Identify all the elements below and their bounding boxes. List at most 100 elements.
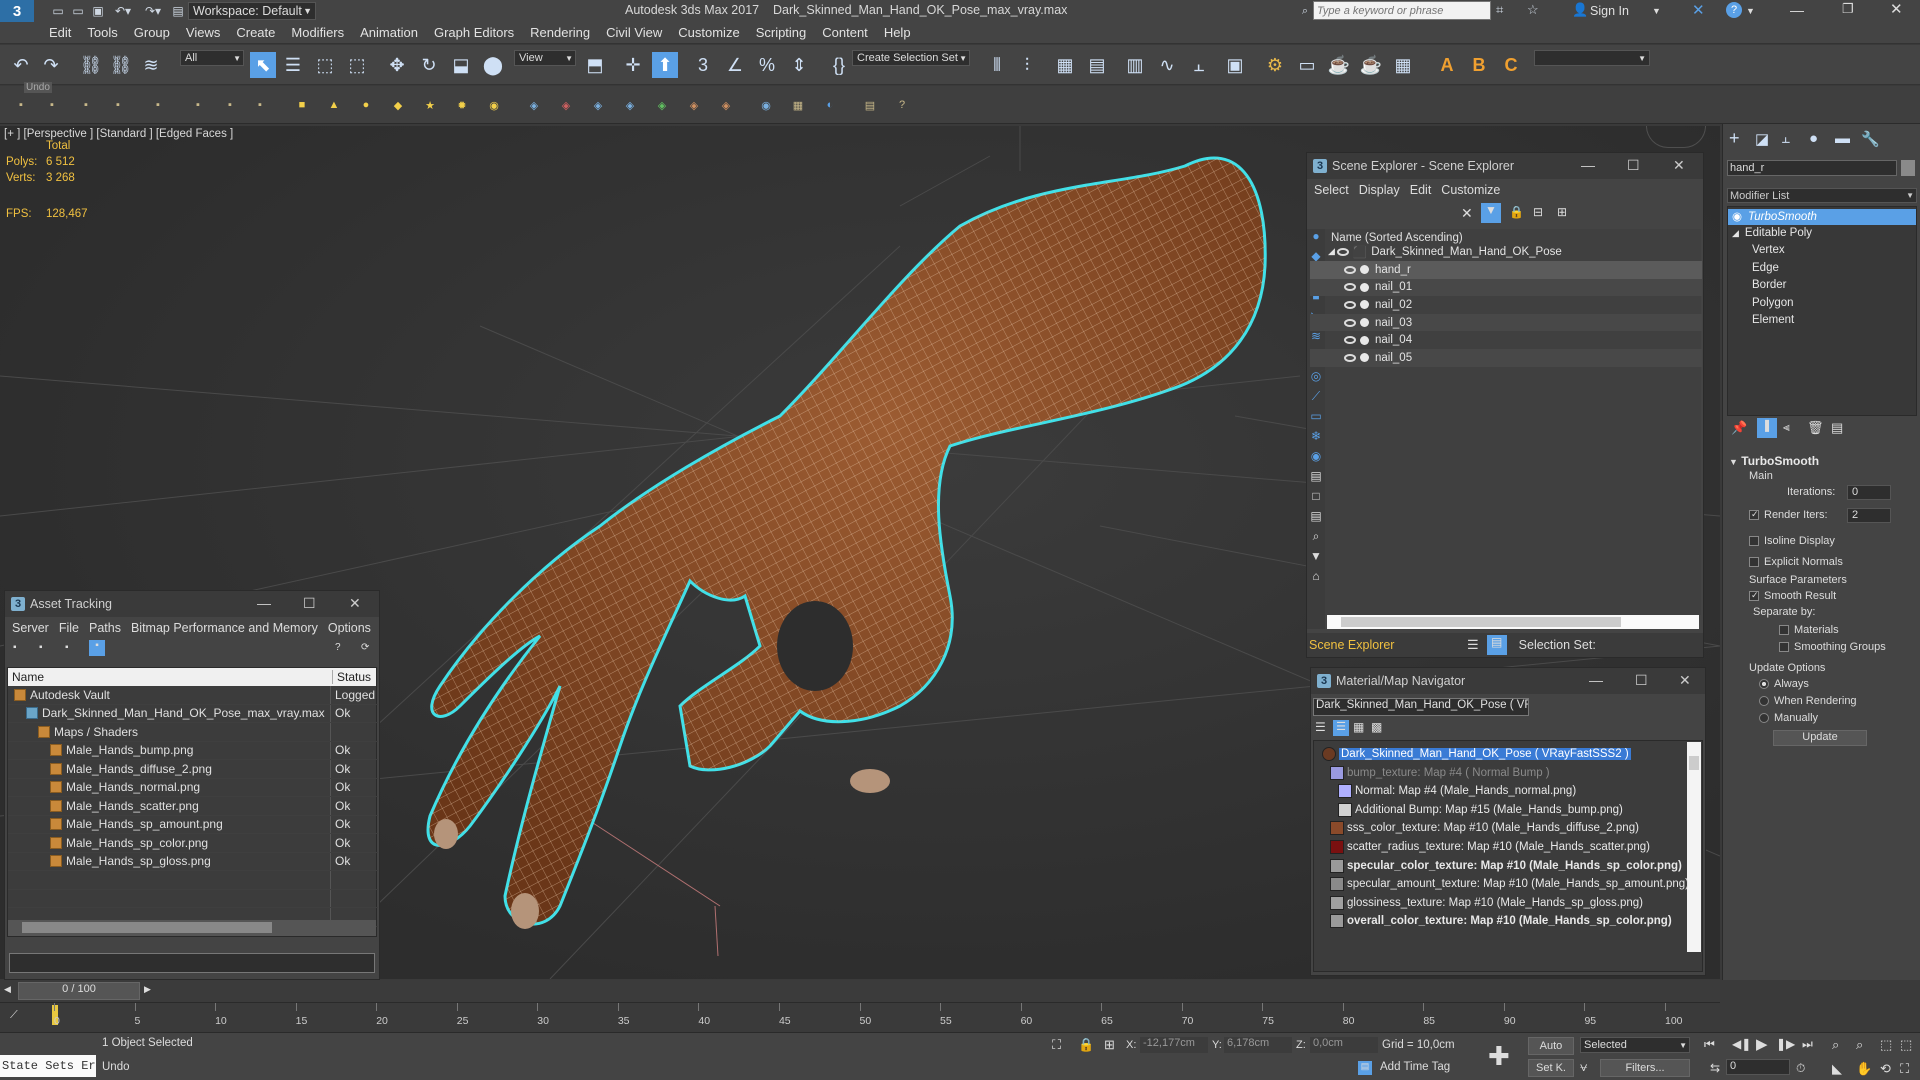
absolute-mode-icon[interactable]: ⊞ xyxy=(1104,1037,1115,1053)
scene-object-row[interactable]: nail_03 xyxy=(1310,313,1702,332)
material-node[interactable]: bump_texture: Map #4 ( Normal Bump ) xyxy=(1318,764,1694,782)
container-filter-icon[interactable]: ▭ xyxy=(1307,409,1325,429)
vray-b-icon[interactable]: B xyxy=(1466,52,1492,78)
viewport-shading-standard[interactable]: [Standard ] xyxy=(96,128,152,140)
display-tab-icon[interactable]: ▬ xyxy=(1835,130,1850,147)
visibility-eye-icon[interactable] xyxy=(1344,283,1356,292)
workspace-dropdown[interactable]: Workspace: Default ▼ xyxy=(188,2,316,20)
scene-root-row[interactable]: ◢ ⬛ Dark_Skinned_Man_Hand_OK_Pose xyxy=(1310,243,1702,261)
tag-icon[interactable]: ⌂ xyxy=(1307,569,1325,589)
render-in-cloud-icon[interactable]: ▦ xyxy=(1390,52,1416,78)
rectangular-selection-icon[interactable]: ⬚ xyxy=(312,52,338,78)
vray-tool-icon-3[interactable]: ◈ xyxy=(590,97,606,113)
help-icon[interactable]: ? xyxy=(1726,2,1742,18)
current-material-field[interactable]: Dark_Skinned_Man_Hand_OK_Pose ( VRayFa xyxy=(1313,698,1529,716)
vray-tool-icon-7[interactable]: ◈ xyxy=(718,97,734,113)
visibility-eye-icon[interactable] xyxy=(1344,265,1356,274)
exchange-icon[interactable]: ✕ xyxy=(1692,1,1705,19)
motion-tab-icon[interactable]: ● xyxy=(1809,130,1818,147)
scene-object-row[interactable]: nail_01 xyxy=(1310,278,1702,297)
render-iters-checkbox[interactable] xyxy=(1749,510,1759,521)
rollout-header[interactable]: ▼ TurboSmooth xyxy=(1729,454,1819,468)
search-icon[interactable]: ⌕ xyxy=(1298,2,1312,20)
frozen-filter-icon[interactable]: ❄ xyxy=(1307,429,1325,449)
curve-editor-icon[interactable]: ∿ xyxy=(1154,52,1180,78)
menu-customize[interactable]: Customize xyxy=(670,25,747,40)
list-view-icon[interactable]: ☰ xyxy=(1315,720,1326,734)
modifier-stack-item[interactable]: Vertex xyxy=(1728,244,1916,260)
set-key-button[interactable]: Set K. xyxy=(1528,1059,1574,1077)
filters-button[interactable]: Filters... xyxy=(1600,1059,1690,1077)
render-setup-icon[interactable]: ⚙ xyxy=(1262,52,1288,78)
link-icon[interactable]: ⛓ xyxy=(78,52,104,78)
pin-stack-icon[interactable]: 📌 xyxy=(1731,420,1747,436)
isoline-checkbox[interactable] xyxy=(1749,536,1759,547)
scene-object-row[interactable]: nail_04 xyxy=(1310,331,1702,349)
close-button[interactable]: ✕ xyxy=(349,595,361,612)
sun-icon[interactable]: ✹ xyxy=(454,97,470,113)
col-name[interactable]: Name xyxy=(8,670,333,684)
visibility-eye-icon[interactable] xyxy=(1344,318,1356,327)
unlink-icon[interactable]: ⛓ xyxy=(108,52,134,78)
menu-tools[interactable]: Tools xyxy=(79,25,125,40)
material-node[interactable]: Normal: Map #4 (Male_Hands_normal.png) xyxy=(1318,782,1694,800)
menu-edit[interactable]: Edit xyxy=(1405,183,1437,197)
restore-window-button[interactable]: ❐ xyxy=(1842,1,1854,17)
modifier-stack-item[interactable]: Polygon xyxy=(1728,297,1916,313)
play-icon[interactable]: ▶ xyxy=(1756,1035,1768,1053)
asset-row[interactable]: Male_Hands_sp_gloss.png Ok xyxy=(8,852,378,871)
asset-row[interactable]: Male_Hands_scatter.png Ok xyxy=(8,797,378,816)
xref-filter-icon[interactable]: ◎ xyxy=(1307,369,1325,389)
edit-named-selection-icon[interactable]: {} xyxy=(826,52,852,78)
key-filters-icon[interactable]: ⩝ xyxy=(1580,1059,1587,1075)
favorites-icon[interactable]: ☆ xyxy=(1527,2,1539,18)
select-object-icon[interactable]: ⬉ xyxy=(250,52,276,78)
modifier-stack-item[interactable]: Element xyxy=(1728,314,1916,330)
bone-filter-icon[interactable]: ⟋ xyxy=(1307,389,1325,409)
menu-customize[interactable]: Customize xyxy=(1436,183,1505,197)
sync-icon[interactable]: ⊞ xyxy=(1557,205,1567,219)
y-coordinate-field[interactable]: 6,178cm xyxy=(1224,1037,1292,1053)
vray-help-icon[interactable]: ? xyxy=(894,97,910,113)
search-input[interactable] xyxy=(1313,1,1491,20)
collapse-icon[interactable]: ◢ xyxy=(1328,246,1335,257)
filter-icon[interactable]: ▼ xyxy=(1481,203,1501,223)
maximize-button[interactable]: ☐ xyxy=(303,595,316,612)
add-time-tag[interactable]: Add Time Tag xyxy=(1380,1061,1450,1073)
light-icon[interactable]: ★ xyxy=(422,97,438,113)
rotate-icon[interactable]: ↻ xyxy=(416,52,442,78)
minimize-button[interactable]: — xyxy=(1581,157,1595,173)
menu-options[interactable]: Options xyxy=(323,621,376,635)
vray-tool-icon-9[interactable]: ▦ xyxy=(790,97,806,113)
vray-tool-icon-11[interactable]: ▤ xyxy=(862,97,878,113)
make-unique-icon[interactable]: ⫷ xyxy=(1783,420,1790,435)
material-node[interactable]: specular_amount_texture: Map #10 (Male_H… xyxy=(1318,875,1694,893)
hidden-filter-icon[interactable]: ◉ xyxy=(1307,449,1325,469)
layer-tool-icon-2[interactable]: ▪ xyxy=(44,97,60,113)
invert-display-icon[interactable]: ▤ xyxy=(1307,509,1325,529)
scale-icon[interactable]: ⬓ xyxy=(448,52,474,78)
x-coordinate-field[interactable]: -12,177cm xyxy=(1140,1037,1208,1053)
window-crossing-icon[interactable]: ⬚ xyxy=(344,52,370,78)
set-key-big-icon[interactable]: ✚ xyxy=(1488,1041,1518,1075)
zoom-all-icon[interactable]: ⌕ xyxy=(1856,1037,1863,1053)
percent-snap-icon[interactable]: % xyxy=(754,52,780,78)
col-status[interactable]: Status xyxy=(333,670,371,684)
track-bar[interactable]: ⟋ 0 5 10 15 20 25 30 35 40 45 50 55 60 65 70 75 80 85 90 95… xyxy=(0,1002,1720,1032)
menu-paths[interactable]: Paths xyxy=(84,621,126,635)
asset-row[interactable]: Male_Hands_bump.png Ok xyxy=(8,741,378,760)
curve-editor-mini-icon[interactable]: ⟋ xyxy=(10,1009,18,1022)
refresh-icon[interactable]: ⟳ xyxy=(361,642,369,653)
rendered-frame-window-icon[interactable]: ▭ xyxy=(1294,52,1320,78)
redo-quick-icon[interactable]: ↷▾ xyxy=(138,4,168,18)
previous-frame-icon[interactable]: ◀❚ xyxy=(1732,1037,1751,1051)
manually-radio[interactable] xyxy=(1759,713,1769,724)
menu-create[interactable]: Create xyxy=(228,25,283,40)
layer-tool-icon-4[interactable]: ▪ xyxy=(110,97,126,113)
orbit-icon[interactable]: ⟲ xyxy=(1880,1061,1891,1077)
bind-space-warp-icon[interactable]: ≋ xyxy=(138,52,164,78)
scrollbar-thumb[interactable] xyxy=(22,922,272,933)
menu-graph-editors[interactable]: Graph Editors xyxy=(426,25,522,40)
visibility-eye-icon[interactable] xyxy=(1344,336,1356,345)
auto-key-button[interactable]: Auto xyxy=(1528,1037,1574,1055)
